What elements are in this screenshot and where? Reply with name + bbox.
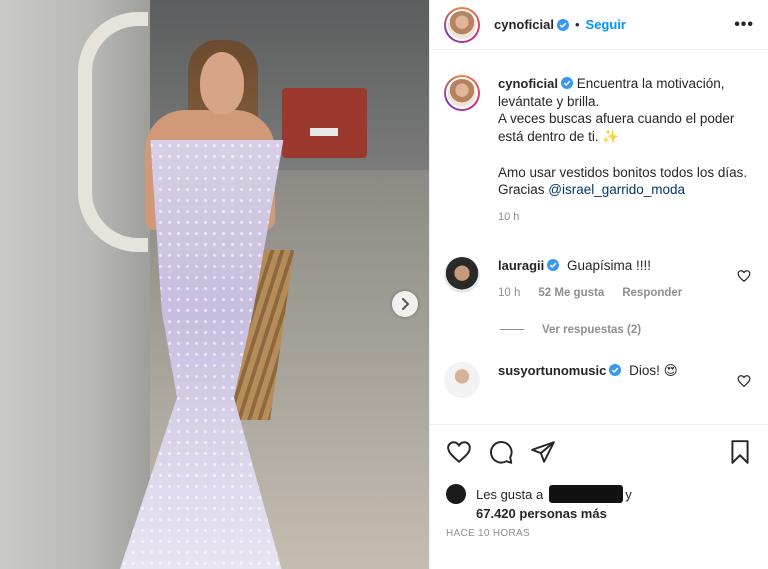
more-options-button[interactable]: ••• (734, 16, 754, 34)
commenter-avatar[interactable] (444, 361, 480, 398)
comment-likes[interactable]: 52 Me gusta (538, 285, 604, 302)
likes-prefix: Les gusta a (476, 486, 544, 502)
post-timestamp[interactable]: HACE 10 HORAS (446, 528, 530, 539)
separator-dot: • (574, 17, 580, 32)
follow-button[interactable]: Seguir (586, 17, 626, 32)
photo-truck (282, 88, 367, 158)
commenter-username[interactable]: lauragii (498, 258, 544, 273)
comment-item: susyortunomusic Dios! 😍 (444, 361, 755, 398)
post-photo[interactable] (0, 0, 429, 569)
caption-username[interactable]: cynoficial (498, 76, 558, 91)
paper-plane-icon[interactable] (530, 439, 556, 465)
caption: cynoficial Encuentra la motivación, levá… (444, 51, 755, 227)
comment-text: Guapísima !!!! (567, 257, 652, 273)
verified-icon (556, 18, 569, 31)
comment-item: lauragii Guapísima !!!! 10 h 52 Me gusta… (444, 256, 755, 302)
verified-icon (560, 77, 573, 89)
photo-arch (78, 12, 148, 252)
post-header: cynoficial • Seguir ••• (430, 0, 768, 50)
author-username[interactable]: cynoficial (494, 17, 554, 32)
bookmark-icon[interactable] (727, 439, 753, 465)
view-replies-label: Ver respuestas (2) (542, 323, 642, 336)
comment-heart-icon[interactable] (737, 269, 751, 283)
action-bar (430, 424, 768, 484)
caption-text: Encuentra la motivación, levántate y bri… (498, 76, 748, 198)
post-panel: cynoficial • Seguir ••• cynoficial Encue… (429, 0, 768, 569)
replies-divider (500, 329, 524, 331)
liker-avatar[interactable] (446, 484, 466, 504)
comment-heart-icon[interactable] (737, 374, 751, 388)
commenter-avatar[interactable] (444, 256, 480, 293)
likes-count-button[interactable]: 67.420 personas más (476, 506, 756, 521)
likes-section: Les gusta a y 67.420 personas más (446, 484, 756, 521)
heart-icon[interactable] (446, 439, 472, 465)
caption-time[interactable]: 10 h (498, 209, 755, 227)
comment-text: Dios! 😍 (629, 362, 678, 378)
comment-time[interactable]: 10 h (498, 285, 520, 302)
next-photo-button[interactable] (392, 291, 418, 317)
view-replies-button[interactable]: Ver respuestas (2) (500, 324, 755, 336)
chevron-right-icon (402, 298, 410, 310)
comments-list[interactable]: cynoficial Encuentra la motivación, levá… (430, 51, 768, 424)
reply-button[interactable]: Responder (622, 285, 682, 302)
photo-face (200, 52, 244, 114)
author-avatar[interactable] (444, 6, 480, 43)
caption-mention-link[interactable]: @israel_garrido_moda (548, 182, 685, 197)
likes-tail: y (625, 486, 632, 502)
verified-icon (547, 258, 560, 271)
redacted-username (549, 485, 624, 503)
commenter-username[interactable]: susyortunomusic (498, 363, 606, 378)
author-avatar-small[interactable] (444, 75, 480, 111)
comment-icon[interactable] (488, 439, 514, 465)
verified-icon (609, 363, 622, 376)
